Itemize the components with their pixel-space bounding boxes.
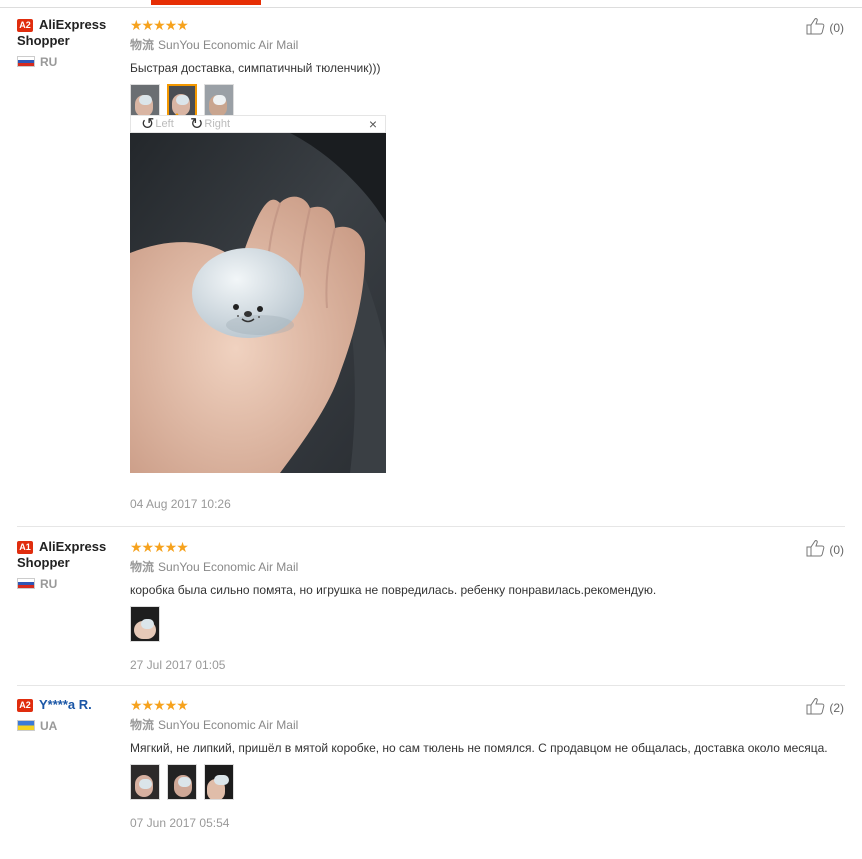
shipping-label: 物流	[130, 38, 155, 52]
ukraine-flag-icon	[17, 720, 35, 731]
review-photo-thumbnail[interactable]	[167, 764, 197, 800]
russia-flag-icon	[17, 56, 35, 67]
shipping-name: SunYou Economic Air Mail	[158, 718, 299, 732]
russia-flag-icon	[17, 578, 35, 589]
reviewer-name: A2 AliExpress Shopper	[17, 17, 125, 49]
reviewer-name: A1 AliExpress Shopper	[17, 539, 125, 571]
helpful-count: (0)	[829, 21, 844, 35]
reviewer-country: RU	[17, 55, 125, 69]
review-divider	[17, 526, 845, 527]
shipping-method: 物流 SunYou Economic Air Mail	[130, 38, 830, 52]
reviewer-name-link[interactable]: Y****a R.	[39, 697, 92, 712]
helpful-button[interactable]: (0)	[806, 539, 844, 557]
reviewer-info: A2 Y****a R. UA	[17, 697, 125, 733]
buyer-level-badge: A2	[17, 699, 33, 712]
thumbs-up-icon	[806, 17, 826, 40]
shipping-name: SunYou Economic Air Mail	[158, 560, 299, 574]
review-content: ★★★★★ 物流 SunYou Economic Air Mail Быстрая…	[130, 17, 830, 122]
country-code: RU	[40, 577, 58, 591]
reviewer-name[interactable]: A2 Y****a R.	[17, 697, 125, 713]
review-photos	[130, 764, 830, 802]
review-text: Мягкий, не липкий, пришёл в мятой коробк…	[130, 741, 828, 755]
review-date: 27 Jul 2017 01:05	[130, 658, 226, 672]
buyer-level-badge: A2	[17, 19, 33, 32]
helpful-count: (2)	[829, 701, 844, 715]
review-photos	[130, 606, 830, 644]
tab-bar-underline	[0, 0, 862, 8]
review-photo-thumbnail[interactable]	[130, 606, 160, 642]
reviewer-info: A2 AliExpress Shopper RU	[17, 17, 125, 69]
shipping-name: SunYou Economic Air Mail	[158, 38, 299, 52]
review-content: ★★★★★ 物流 SunYou Economic Air Mail Мягкий,…	[130, 697, 830, 830]
country-code: UA	[40, 719, 58, 733]
review-date: 07 Jun 2017 05:54	[130, 816, 230, 830]
close-viewer-button[interactable]: ×	[369, 116, 377, 132]
viewer-toolbar: ↺Left ↻Right ×	[130, 115, 386, 133]
rotate-right-icon: ↻	[190, 116, 204, 133]
rotate-left-label: Left	[155, 118, 174, 130]
photo-hand-seal-toy	[130, 133, 386, 473]
reviewer-country: UA	[17, 719, 125, 733]
review-content: ★★★★★ 物流 SunYou Economic Air Mail коробка…	[130, 539, 830, 672]
helpful-button[interactable]: (2)	[806, 697, 844, 715]
review-date: 04 Aug 2017 10:26	[130, 497, 231, 511]
buyer-level-badge: A1	[17, 541, 33, 554]
star-rating: ★★★★★	[130, 539, 189, 555]
rotate-left-button[interactable]: ↺Left	[141, 116, 174, 133]
country-code: RU	[40, 55, 58, 69]
thumbs-up-icon	[806, 539, 826, 562]
shipping-method: 物流 SunYou Economic Air Mail	[130, 718, 830, 732]
review-photo-large	[130, 133, 386, 473]
star-rating: ★★★★★	[130, 17, 189, 33]
helpful-count: (0)	[829, 543, 844, 557]
reviewer-country: RU	[17, 577, 125, 591]
review-photo-thumbnail[interactable]	[204, 764, 234, 800]
rotate-left-icon: ↺	[141, 116, 155, 133]
rotate-right-button[interactable]: ↻Right	[190, 116, 230, 133]
shipping-label: 物流	[130, 718, 155, 732]
review-divider	[17, 685, 845, 686]
shipping-method: 物流 SunYou Economic Air Mail	[130, 560, 830, 574]
review-photo-thumbnail[interactable]	[130, 764, 160, 800]
active-tab-indicator	[151, 0, 261, 5]
review-text: Быстрая доставка, симпатичный тюленчик))…	[130, 61, 381, 75]
rotate-right-label: Right	[204, 118, 231, 130]
thumbs-up-icon	[806, 697, 826, 720]
reviewer-info: A1 AliExpress Shopper RU	[17, 539, 125, 591]
review-text: коробка была сильно помята, но игрушка н…	[130, 583, 657, 597]
shipping-label: 物流	[130, 560, 155, 574]
star-rating: ★★★★★	[130, 697, 189, 713]
helpful-button[interactable]: (0)	[806, 17, 844, 35]
